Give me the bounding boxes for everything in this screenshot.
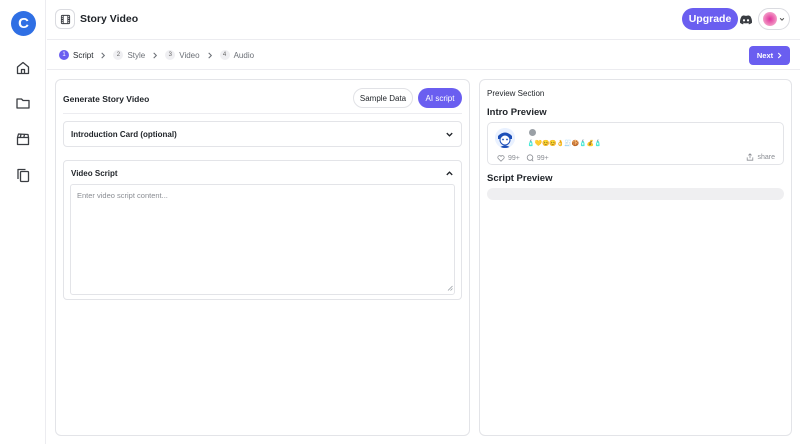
generate-panel: Generate Story Video Sample Data AI scri…	[55, 79, 470, 436]
intro-card-label: Introduction Card (optional)	[71, 130, 177, 139]
app-logo[interactable]: C	[11, 11, 36, 36]
comment-action[interactable]: 99+	[526, 154, 549, 162]
comment-count: 99+	[536, 154, 549, 162]
generate-title: Generate Story Video	[63, 94, 150, 104]
video-script-accordion: Video Script	[63, 160, 462, 300]
upgrade-button[interactable]: Upgrade	[682, 8, 738, 30]
step-number: 4	[219, 50, 230, 60]
verified-icon	[529, 129, 536, 136]
step-label: Video	[179, 50, 200, 60]
sample-data-button[interactable]: Sample Data	[353, 88, 413, 108]
step-audio[interactable]: 4 Audio	[219, 50, 255, 60]
account-menu[interactable]	[758, 8, 790, 30]
share-action[interactable]: share	[746, 153, 775, 161]
chevron-right-icon	[777, 52, 782, 59]
tweet-actions: 99+ 99+	[497, 154, 555, 162]
share-icon	[747, 153, 754, 161]
top-header: Story Video Upgrade	[47, 0, 800, 40]
step-style[interactable]: 2 Style	[113, 50, 145, 60]
resize-grip-icon[interactable]	[447, 285, 453, 291]
step-label: Style	[127, 50, 146, 60]
step-number: 3	[165, 50, 176, 60]
step-number: 1	[59, 50, 69, 60]
emoji-row: 🧴💛😊😊👌🧾🍪🧴💰🧴	[527, 141, 602, 147]
divider	[63, 113, 462, 114]
step-label: Audio	[233, 50, 255, 60]
intro-preview-title: Intro Preview	[487, 107, 547, 118]
script-preview-title: Script Preview	[487, 173, 553, 184]
comment-icon	[526, 154, 534, 162]
share-label: share	[757, 153, 775, 161]
discord-icon[interactable]	[740, 14, 753, 25]
sidebar: C	[0, 0, 46, 444]
chevron-right-icon	[100, 52, 106, 59]
intro-card-accordion[interactable]: Introduction Card (optional)	[63, 121, 462, 147]
video-script-input[interactable]	[70, 184, 455, 295]
page-title: Story Video	[80, 13, 139, 25]
avatar	[495, 128, 515, 148]
steps-bar: 1 Script 2 Style 3 Video 4 Audio Next	[47, 41, 800, 70]
avatar	[763, 12, 777, 26]
step-breadcrumb: 1 Script 2 Style 3 Video 4 Audio	[59, 50, 254, 60]
chevron-right-icon	[152, 52, 158, 59]
ai-script-button[interactable]: AI script	[418, 88, 462, 108]
step-video[interactable]: 3 Video	[165, 50, 200, 60]
folder-icon[interactable]	[13, 93, 33, 113]
like-action[interactable]: 99+	[497, 155, 520, 162]
next-label: Next	[756, 51, 774, 60]
chevron-up-icon[interactable]	[445, 169, 454, 178]
preview-section-label: Preview Section	[487, 89, 545, 98]
copy-icon[interactable]	[13, 165, 33, 185]
film-icon[interactable]	[55, 9, 75, 29]
preview-panel: Preview Section Intro Preview 🧴💛😊😊👌🧾🍪🧴💰🧴…	[479, 79, 792, 436]
video-script-label: Video Script	[71, 169, 118, 178]
intro-preview-card: 🧴💛😊😊👌🧾🍪🧴💰🧴 99+ 99+ share	[487, 122, 784, 165]
step-number: 2	[113, 50, 124, 60]
script-preview-placeholder	[487, 188, 784, 200]
chevron-down-icon[interactable]	[445, 130, 454, 139]
chevron-right-icon	[207, 52, 213, 59]
chevron-down-icon	[779, 17, 785, 21]
like-count: 99+	[508, 154, 520, 162]
clapperboard-icon[interactable]	[13, 129, 33, 149]
step-label: Script	[73, 50, 94, 60]
home-icon[interactable]	[13, 58, 33, 78]
heart-icon	[497, 154, 505, 162]
step-script[interactable]: 1 Script	[59, 50, 93, 60]
next-button[interactable]: Next	[749, 46, 790, 65]
